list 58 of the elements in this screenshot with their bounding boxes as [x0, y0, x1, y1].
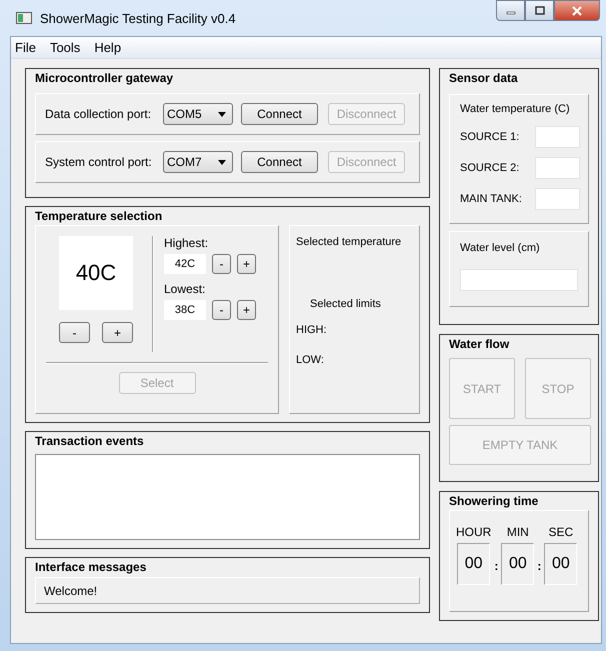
- app-icon: [16, 12, 32, 24]
- reading-field: [535, 126, 580, 148]
- group-title: Microcontroller gateway: [35, 71, 174, 87]
- low-label: LOW:: [296, 354, 325, 366]
- time-display: 00: [501, 543, 534, 585]
- close-icon: [571, 6, 583, 16]
- unit-label: HOUR: [456, 525, 492, 539]
- group-title: Showering time: [449, 494, 540, 510]
- step-button[interactable]: -: [212, 254, 231, 274]
- port-button[interactable]: Connect: [241, 103, 318, 125]
- group-title: Sensor data: [449, 71, 519, 87]
- group-title: Temperature selection: [35, 209, 164, 225]
- caret-icon: [218, 112, 226, 116]
- step-button[interactable]: +: [237, 300, 256, 320]
- source-label: SOURCE 2:: [460, 162, 520, 174]
- close-button[interactable]: [554, 0, 600, 21]
- time-display: 00: [457, 543, 490, 585]
- unit-label: MIN: [506, 525, 529, 539]
- source-label: MAIN TANK:: [460, 193, 522, 205]
- step-button[interactable]: -: [59, 322, 90, 343]
- unit-label: SEC: [548, 525, 574, 539]
- selected-limits-label: Selected limits: [310, 298, 382, 310]
- source-label: SOURCE 1:: [460, 131, 520, 143]
- minimize-button[interactable]: [496, 0, 525, 21]
- step-button[interactable]: +: [237, 254, 256, 274]
- port-dropdown[interactable]: COM5: [163, 103, 233, 125]
- port-label: Data collection port:: [45, 107, 152, 121]
- group-title: Water flow: [449, 337, 510, 353]
- limit-field[interactable]: 42C: [164, 254, 206, 274]
- time-separator: :: [536, 559, 542, 575]
- step-button[interactable]: -: [212, 300, 231, 320]
- water-level-label: Water level (cm): [460, 242, 541, 256]
- limit-label: Lowest:: [164, 282, 206, 296]
- time-display: 00: [544, 543, 578, 585]
- menu-item[interactable]: File: [15, 40, 36, 55]
- step-button[interactable]: +: [102, 322, 133, 343]
- caret-icon: [218, 160, 226, 164]
- selected-temperature-label: Selected temperature: [296, 236, 402, 248]
- group-title: Interface messages: [35, 560, 148, 574]
- reading-field: [535, 188, 580, 210]
- port-label: System control port:: [45, 155, 153, 169]
- maximize-icon: [534, 6, 544, 16]
- water-temperature-label: Water temperature (C): [460, 103, 571, 117]
- port-button[interactable]: Connect: [241, 151, 318, 173]
- menu-item[interactable]: Tools: [50, 40, 80, 55]
- time-separator: :: [493, 559, 500, 575]
- high-label: HIGH:: [296, 324, 328, 336]
- group-title: Transaction events: [35, 434, 145, 450]
- maximize-button[interactable]: [525, 0, 554, 21]
- message-bar: Welcome!: [35, 577, 420, 604]
- window-title: ShowerMagic Testing Facility v0.4: [40, 10, 236, 26]
- port-dropdown[interactable]: COM7: [163, 151, 233, 173]
- limit-field[interactable]: 38C: [164, 300, 206, 320]
- events-log[interactable]: [35, 454, 420, 540]
- menu-item[interactable]: Help: [94, 40, 122, 55]
- temperature-display: 40C: [59, 236, 133, 310]
- reading-field: [535, 157, 580, 179]
- limit-label: Highest:: [164, 236, 210, 250]
